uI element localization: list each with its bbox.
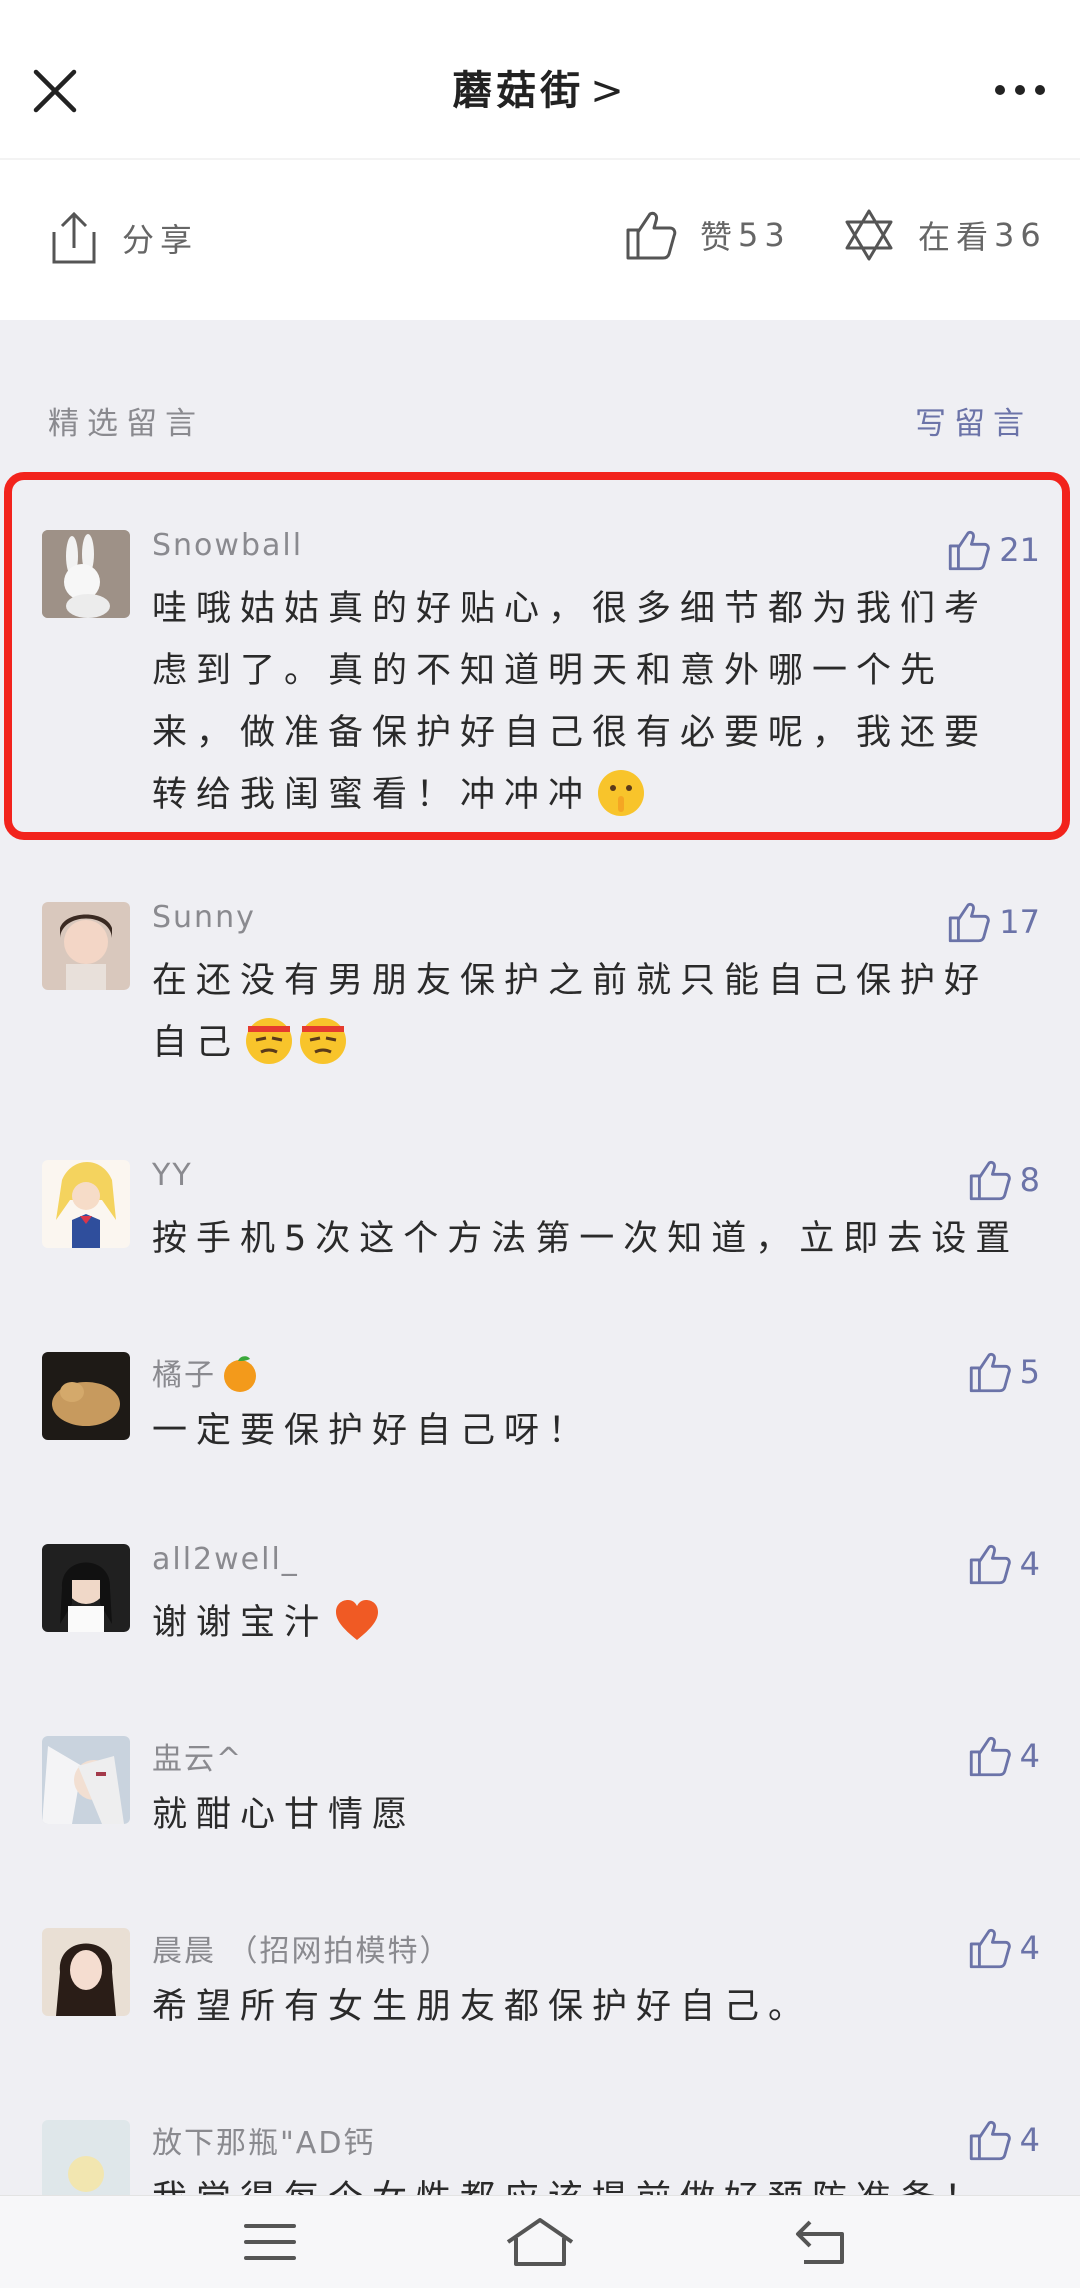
- shush-emoji-icon: [596, 768, 646, 818]
- comment-like-count: 8: [1019, 1161, 1040, 1199]
- avatar[interactable]: [42, 1160, 130, 1248]
- wow-button[interactable]: 在看 36: [842, 208, 1047, 262]
- comment-text: 哇哦姑姑真的好贴心，很多细节都为我们考虑到了。真的不知道明天和意外哪一个先来，做…: [152, 578, 1024, 826]
- system-navigation-bar: [0, 2195, 1080, 2288]
- tangerine-emoji-icon: [220, 1353, 260, 1393]
- comment-like-button[interactable]: 8: [968, 1158, 1040, 1202]
- comment-text: 希望所有女生朋友都保护好自己。: [152, 1987, 813, 2027]
- star-of-david-icon: [845, 209, 893, 261]
- like-button[interactable]: 赞 53: [624, 208, 791, 262]
- thumbs-up-icon: [969, 1352, 1011, 1393]
- comment-author[interactable]: all2well_: [152, 1542, 299, 1577]
- thumbs-up-icon: [949, 902, 991, 943]
- comment-like-button[interactable]: 4: [968, 1734, 1040, 1778]
- home-icon[interactable]: [502, 2214, 578, 2274]
- menu-icon[interactable]: [242, 2214, 298, 2274]
- page-title[interactable]: 蘑菇街 >: [0, 58, 1080, 116]
- comment-like-count: 21: [999, 531, 1040, 569]
- share-button[interactable]: 分享: [48, 208, 198, 268]
- orange-heart-emoji-icon: [332, 1596, 382, 1646]
- comment-like-button[interactable]: 21: [947, 528, 1040, 572]
- comment-author[interactable]: 盅云^: [152, 1734, 243, 1778]
- comment-text: 就酣心甘情愿: [152, 1795, 417, 1835]
- share-label: 分享: [122, 221, 199, 259]
- comment-text: 按手机5次这个方法第一次知道，立即去设置: [152, 1219, 1020, 1259]
- avatar[interactable]: [42, 1736, 130, 1824]
- wow-label: 在看: [918, 218, 995, 256]
- determined-face-emoji-icon: [298, 1016, 348, 1066]
- like-count: 53: [738, 216, 791, 254]
- wow-count: 36: [994, 216, 1047, 254]
- comment-like-button[interactable]: 5: [968, 1350, 1040, 1394]
- comment-author-text: 橘子: [152, 1358, 216, 1393]
- comment-like-button[interactable]: 4: [968, 1542, 1040, 1586]
- featured-comments-title: 精选留言: [48, 406, 204, 442]
- comment-like-count: 4: [1019, 1929, 1040, 1967]
- comment-like-button[interactable]: 4: [968, 1926, 1040, 1970]
- comment-text-content: 谢谢宝汁: [152, 1603, 329, 1643]
- thumbs-up-icon: [969, 2120, 1011, 2161]
- comment-like-count: 17: [999, 903, 1040, 941]
- comment-author[interactable]: 橘子: [152, 1350, 260, 1394]
- like-label: 赞: [700, 218, 739, 256]
- comment-text: 在还没有男朋友保护之前就只能自己保护好自己: [152, 950, 1024, 1074]
- comment-text: 一定要保护好自己呀！: [152, 1411, 593, 1451]
- thumbs-up-icon: [969, 1160, 1011, 1201]
- top-bar: 蘑菇街 >: [0, 0, 1080, 158]
- comment-like-button[interactable]: 17: [947, 900, 1040, 944]
- comment-text-content: 哇哦姑姑真的好贴心，很多细节都为我们考虑到了。真的不知道明天和意外哪一个先来，做…: [152, 589, 989, 815]
- thumbs-up-icon: [969, 1736, 1011, 1777]
- comment-author[interactable]: 晨晨 （招网拍模特）: [152, 1926, 452, 1970]
- comment-like-count: 4: [1019, 2121, 1040, 2159]
- comment-author[interactable]: Snowball: [152, 528, 303, 563]
- comment-like-button[interactable]: 4: [968, 2118, 1040, 2162]
- comment-author[interactable]: YY: [152, 1158, 193, 1193]
- write-comment-button[interactable]: 写留言: [915, 398, 1032, 443]
- comment-author[interactable]: 放下那瓶"AD钙: [152, 2118, 375, 2162]
- featured-comments-header: 精选留言 写留言: [48, 398, 1032, 448]
- chevron-right-icon: >: [590, 68, 628, 114]
- avatar[interactable]: [42, 530, 130, 618]
- determined-face-emoji-icon: [244, 1016, 294, 1066]
- thumbs-up-icon: [969, 1544, 1011, 1585]
- more-options-icon[interactable]: [990, 70, 1050, 110]
- account-name[interactable]: 蘑菇街: [452, 68, 584, 114]
- thumbs-up-icon: [969, 1928, 1011, 1969]
- article-action-bar: 分享 赞 53 在看 36: [0, 158, 1080, 320]
- avatar[interactable]: [42, 1544, 130, 1632]
- comment-like-count: 4: [1019, 1737, 1040, 1775]
- share-icon: [52, 211, 96, 264]
- comment-like-count: 5: [1019, 1353, 1040, 1391]
- comment-text: 谢谢宝汁: [152, 1592, 1024, 1654]
- avatar[interactable]: [42, 902, 130, 990]
- avatar[interactable]: [42, 1352, 130, 1440]
- avatar[interactable]: [42, 1928, 130, 2016]
- thumbs-up-icon: [626, 211, 677, 260]
- comment-like-count: 4: [1019, 1545, 1040, 1583]
- back-icon[interactable]: [792, 2214, 852, 2274]
- comment-author[interactable]: Sunny: [152, 900, 256, 935]
- thumbs-up-icon: [949, 530, 991, 571]
